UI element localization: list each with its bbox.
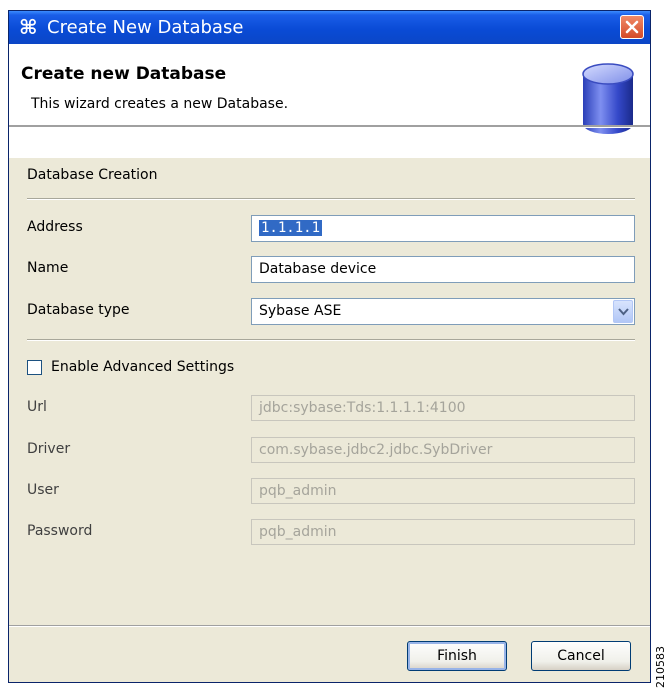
window-title: Create New Database [47, 17, 244, 38]
wizard-title: Create new Database [21, 64, 227, 84]
close-icon [625, 20, 639, 34]
database-type-value: Sybase ASE [259, 303, 342, 319]
section-divider [27, 198, 635, 200]
cancel-button[interactable]: Cancel [531, 641, 631, 671]
address-label: Address [27, 219, 83, 235]
figure-number: 210583 [654, 646, 666, 688]
dropdown-button[interactable] [613, 300, 633, 323]
create-database-dialog: ⌘ Create New Database Create new Databas… [8, 10, 651, 683]
password-input[interactable]: pqb_admin [251, 519, 635, 545]
section-title: Database Creation [27, 167, 158, 183]
database-type-label: Database type [27, 302, 130, 318]
wizard-header: Create new Database This wizard creates … [9, 44, 650, 158]
chevron-down-icon [618, 308, 629, 316]
address-input[interactable]: 1.1.1.1 [251, 215, 635, 242]
database-type-select[interactable]: Sybase ASE [251, 298, 635, 325]
url-label: Url [27, 399, 47, 415]
user-label: User [27, 482, 59, 498]
app-icon: ⌘ [19, 15, 38, 39]
finish-button[interactable]: Finish [407, 641, 507, 671]
user-input[interactable]: pqb_admin [251, 478, 635, 504]
name-label: Name [27, 260, 69, 276]
enable-advanced-checkbox[interactable] [27, 360, 42, 375]
advanced-divider [27, 339, 635, 341]
driver-label: Driver [27, 441, 71, 457]
footer-separator [9, 625, 650, 627]
wizard-description: This wizard creates a new Database. [31, 96, 289, 112]
url-input[interactable]: jdbc:sybase:Tds:1.1.1.1:4100 [251, 395, 635, 421]
header-separator [9, 125, 650, 128]
password-label: Password [27, 523, 93, 539]
title-bar[interactable]: ⌘ Create New Database [9, 11, 650, 44]
figure-number-text: 210583 [654, 646, 666, 688]
name-input[interactable]: Database device [251, 256, 635, 283]
close-button[interactable] [620, 15, 644, 39]
address-value: 1.1.1.1 [259, 220, 323, 236]
driver-input[interactable]: com.sybase.jdbc2.jdbc.SybDriver [251, 437, 635, 463]
enable-advanced-label[interactable]: Enable Advanced Settings [51, 359, 234, 375]
